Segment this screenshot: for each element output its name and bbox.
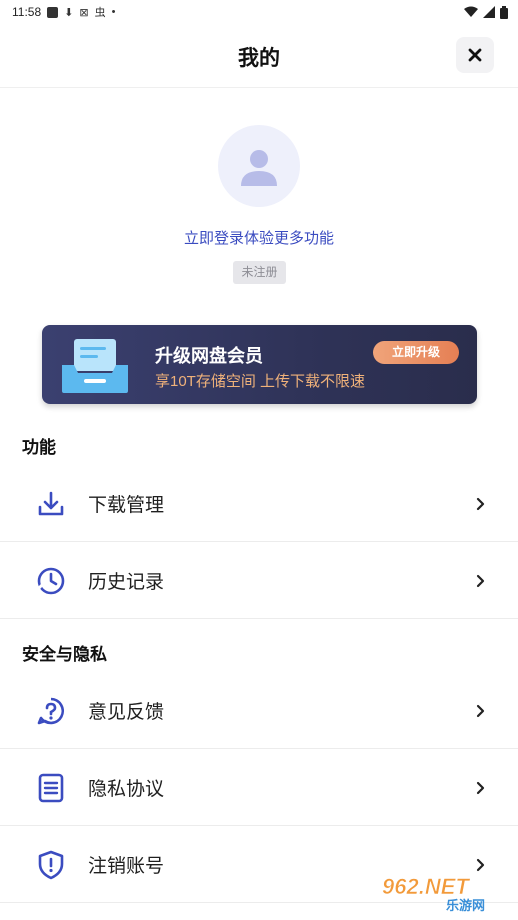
section-title-features: 功能 [22,438,56,457]
list-item-label: 注销账号 [88,856,165,877]
document-icon [35,772,67,804]
close-button[interactable] [456,37,494,73]
clock-icon [35,565,67,597]
list-item-label: 隐私协议 [88,779,165,800]
list-item-download-manager[interactable]: 下载管理 [0,465,518,542]
list-item-privacy-policy[interactable]: 隐私协议 [0,749,518,826]
bug-status-icon: 虫 [94,7,106,19]
signal-icon [483,6,495,18]
chevron-right-icon [476,704,485,717]
status-time: 11:58 [12,5,42,19]
divider [0,618,518,619]
status-badge: 未注册 [233,261,286,284]
watermark-text-site: 乐游网 [446,898,485,914]
avatar[interactable] [218,125,300,207]
watermark-logo: 962.NET 乐游网 [382,874,485,914]
question-icon [35,695,67,727]
page-title: 我的 [238,47,280,70]
user-avatar-icon [241,150,277,186]
close-icon [468,48,482,62]
vip-title: 升级网盘会员 [155,346,263,366]
download-status-icon: ⬇ [64,6,74,19]
status-dot: • [111,6,116,18]
vip-banner[interactable]: 升级网盘会员 享10T存储空间 上传下载不限速 立即升级 [42,325,477,404]
list-item-feedback[interactable]: 意见反馈 [0,672,518,749]
watermark-text-962: 962.NET [382,874,470,899]
vip-subtitle: 享10T存储空间 上传下载不限速 [155,373,366,390]
app-status-icon: ⊠ [79,6,89,19]
login-link[interactable]: 立即登录体验更多功能 [0,227,518,248]
notification-square-icon [47,6,59,18]
chevron-right-icon [476,574,485,587]
status-left: 11:58 ⬇ ⊠ 虫 • [12,4,115,20]
chevron-right-icon [476,858,485,871]
status-bar: 11:58 ⬇ ⊠ 虫 • [0,0,518,24]
cloud-drive-icon [62,339,128,393]
list-item-label: 历史记录 [88,572,165,593]
wifi-icon [464,6,478,17]
page-header: 我的 [0,24,518,88]
shield-icon [35,849,67,881]
battery-icon [500,5,508,19]
chevron-right-icon [476,497,485,510]
download-icon [35,488,67,520]
status-right [464,5,508,19]
section-title-privacy: 安全与隐私 [22,645,107,664]
list-item-label: 下载管理 [88,495,165,516]
upgrade-button[interactable]: 立即升级 [373,341,459,364]
list-item-label: 意见反馈 [88,702,165,723]
list-item-history[interactable]: 历史记录 [0,542,518,619]
chevron-right-icon [476,781,485,794]
